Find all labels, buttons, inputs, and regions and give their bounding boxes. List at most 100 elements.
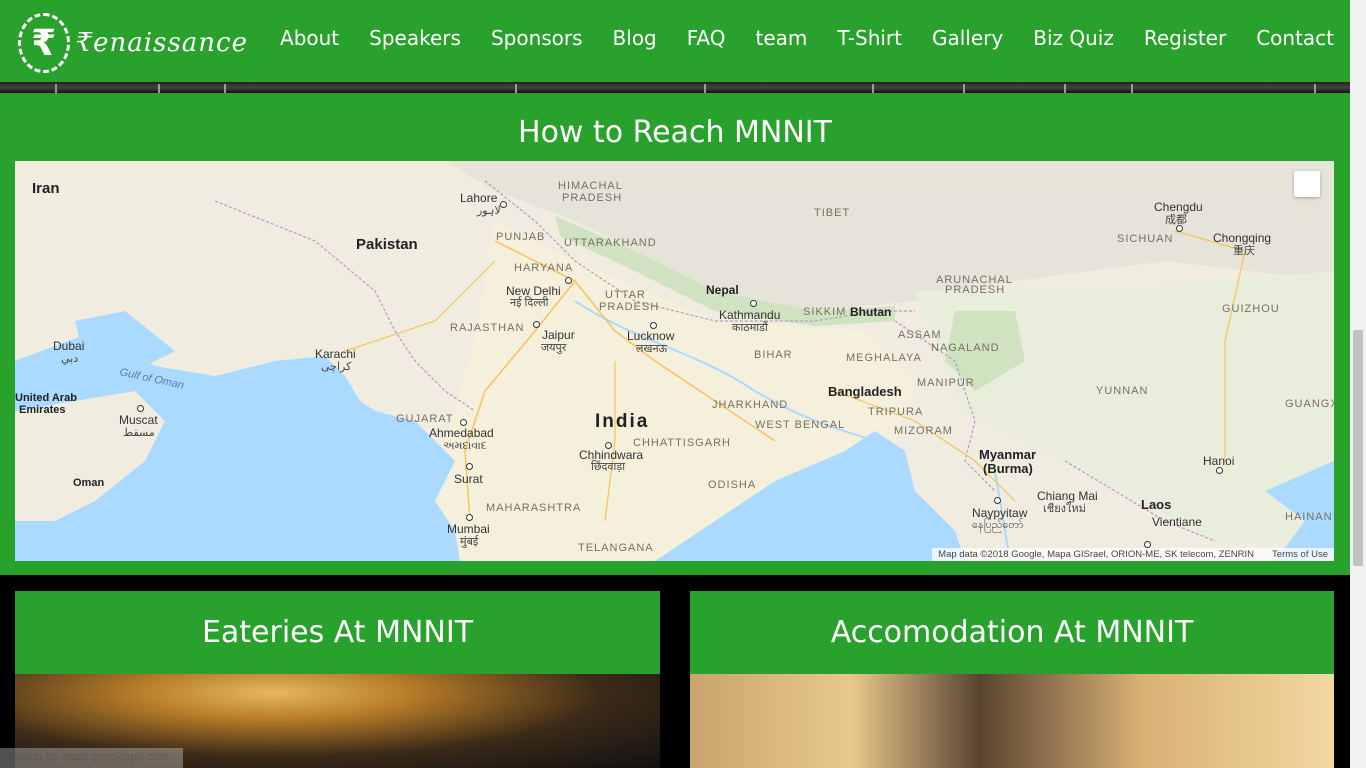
city-marker (1216, 467, 1223, 474)
map-label-himachal-2: PRADESH (562, 192, 623, 204)
map-terrain (15, 161, 1334, 561)
map-label-naypyitaw: Naypyitaw (972, 506, 1028, 520)
map-label-bihar: BIHAR (754, 349, 793, 361)
map-label-mumbai-hi: मुंबई (460, 536, 479, 548)
city-marker (460, 419, 467, 426)
nav-speakers[interactable]: Speakers (369, 26, 461, 50)
map-label-dubai-ar: دبي (61, 353, 79, 365)
nav-sponsors[interactable]: Sponsors (491, 26, 583, 50)
nav-register[interactable]: Register (1144, 26, 1226, 50)
map-label-chongqing: Chongqing (1213, 231, 1272, 245)
google-map[interactable]: Iran Pakistan India Nepal Bhutan Banglad… (15, 161, 1334, 561)
map-label-ahmedabad: Ahmedabad (429, 426, 494, 440)
nav-faq[interactable]: FAQ (687, 26, 726, 50)
map-label-myanmar-alt: (Burma) (983, 461, 1033, 476)
city-marker (1176, 225, 1183, 232)
map-label-oman: Oman (73, 477, 105, 489)
map-label-chiang-mai: Chiang Mai (1037, 489, 1098, 503)
map-label-muscat: Muscat (119, 413, 158, 427)
map-label-chhindwara: Chhindwara (579, 448, 644, 462)
map-label-hainan: HAINAN (1285, 511, 1333, 523)
map-label-nepal: Nepal (706, 283, 739, 297)
map-label-bhutan: Bhutan (850, 305, 892, 319)
accomodation-image (690, 674, 1334, 768)
map-label-guangxi: GUANGX (1285, 398, 1334, 410)
site-logo[interactable]: ₹ ₹enaissance (18, 12, 248, 74)
scrollbar-thumb[interactable] (1353, 330, 1363, 566)
nav-team[interactable]: team (756, 26, 808, 50)
city-marker (605, 442, 612, 449)
accomodation-title: Accomodation At MNNIT (690, 591, 1334, 674)
map-label-kathmandu: Kathmandu (719, 308, 781, 322)
nav-contact[interactable]: Contact (1256, 26, 1334, 50)
map-label-mumbai: Mumbai (447, 522, 490, 536)
nav-blog[interactable]: Blog (613, 26, 657, 50)
eateries-card[interactable]: Eateries At MNNIT (15, 591, 660, 768)
map-label-iran: Iran (32, 180, 60, 197)
map-label-himachal-1: HIMACHAL (558, 180, 623, 192)
city-marker (650, 322, 657, 329)
map-label-arunachal-2: PRADESH (945, 284, 1006, 296)
map-label-uttarakhand: UTTARAKHAND (564, 237, 657, 249)
film-strip-divider (0, 82, 1350, 93)
map-label-uttar-1: UTTAR (605, 289, 646, 301)
map-label-mizoram: MIZORAM (894, 425, 953, 437)
map-label-telangana: TELANGANA (578, 542, 654, 554)
city-marker (533, 321, 540, 328)
city-marker (466, 463, 473, 470)
nav-biz-quiz[interactable]: Biz Quiz (1033, 26, 1114, 50)
map-label-bangladesh: Bangladesh (828, 384, 902, 399)
map-label-tripura: TRIPURA (868, 406, 924, 418)
rupee-logo-icon: ₹ (18, 13, 70, 73)
city-marker (500, 201, 507, 208)
map-label-chengdu: Chengdu (1154, 200, 1203, 214)
map-label-punjab: PUNJAB (496, 231, 546, 243)
map-label-sichuan: SICHUAN (1117, 233, 1174, 245)
map-label-odisha: ODISHA (708, 479, 757, 491)
eateries-title: Eateries At MNNIT (15, 591, 660, 674)
main-nav: About Speakers Sponsors Blog FAQ team T-… (280, 26, 1334, 50)
city-marker (565, 277, 572, 284)
map-label-muscat-ar: مسقط (123, 427, 155, 439)
page-scrollbar[interactable] (1350, 0, 1366, 768)
map-label-jaipur: Jaipur (542, 328, 575, 342)
map-label-lahore-ur: لاہور (477, 205, 501, 217)
map-label-surat: Surat (454, 472, 483, 486)
top-navbar: ₹ ₹enaissance About Speakers Sponsors Bl… (0, 0, 1350, 82)
map-label-uae-2: Emirates (19, 404, 66, 416)
map-label-laos: Laos (1141, 497, 1172, 512)
map-label-naypyitaw-my: နေပြည်တော် (972, 519, 1024, 531)
nav-tshirt[interactable]: T-Shirt (837, 26, 902, 50)
map-label-jharkhand: JHARKHAND (712, 399, 789, 411)
map-label-west-bengal: WEST BENGAL (755, 419, 846, 431)
nav-gallery[interactable]: Gallery (932, 26, 1003, 50)
accomodation-card[interactable]: Accomodation At MNNIT (690, 591, 1334, 768)
map-label-jaipur-hi: जयपुर (541, 342, 567, 354)
terms-of-use-link[interactable]: Terms of Use (1272, 549, 1328, 560)
map-label-uttar-2: PRADESH (599, 301, 660, 313)
map-label-maharashtra: MAHARASHTRA (486, 502, 582, 514)
map-label-yunnan: YUNNAN (1096, 385, 1149, 397)
nav-about[interactable]: About (280, 26, 339, 50)
map-label-vientiane: Vientiane (1152, 515, 1202, 529)
browser-status-bar: Waiting for maps.googleapis.com... (0, 748, 184, 768)
city-marker (1144, 541, 1151, 548)
map-label-assam: ASSAM (898, 329, 942, 341)
map-label-chhindwara-hi: छिंदवाड़ा (591, 461, 626, 473)
map-fullscreen-button[interactable] (1294, 171, 1320, 197)
map-label-hanoi: Hanoi (1203, 454, 1235, 468)
map-label-ahmedabad-gu: અમદાવાદ (443, 440, 487, 452)
map-label-lahore: Lahore (460, 191, 498, 205)
city-marker (750, 300, 757, 307)
city-marker (994, 497, 1001, 504)
map-label-sikkim: SIKKIM (803, 306, 847, 318)
map-label-gujarat: GUJARAT (396, 413, 454, 425)
city-marker (137, 405, 144, 412)
map-label-meghalaya: MEGHALAYA (846, 352, 922, 364)
map-label-nagaland: NAGALAND (931, 342, 1000, 354)
map-label-india: India (595, 411, 650, 432)
city-marker (466, 514, 473, 521)
map-label-chongqing-zh: 重庆 (1233, 245, 1255, 257)
map-label-kathmandu-ne: काठमाडौं (732, 322, 768, 334)
map-label-karachi-ur: کراچی (321, 361, 352, 373)
